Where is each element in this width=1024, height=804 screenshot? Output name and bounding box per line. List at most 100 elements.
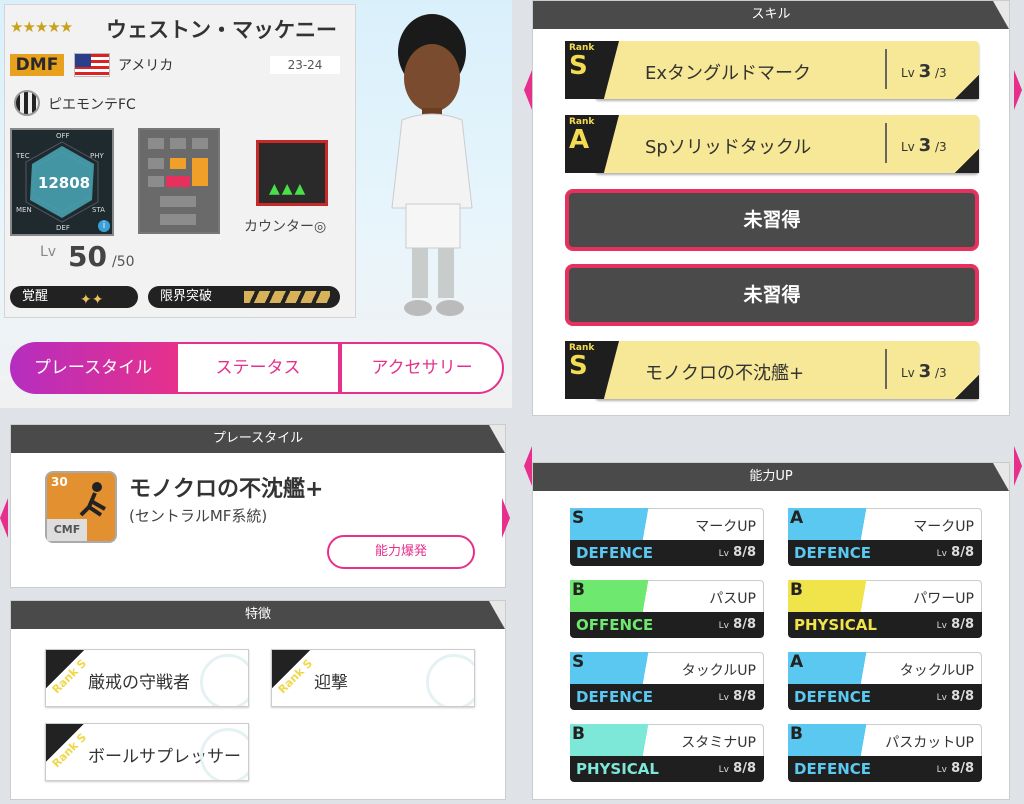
detail-tabs: プレースタイル ステータス アクセサリー xyxy=(10,342,504,394)
traits-header: 特徴 xyxy=(11,601,505,629)
limit-break-pill: 限界突破 xyxy=(148,286,340,308)
soccer-ball-icon xyxy=(426,654,474,706)
rarity-stars: ★★★★★ xyxy=(10,18,73,36)
next-arrow-icon[interactable] xyxy=(1014,446,1022,486)
club-name: ピエモンテFC xyxy=(48,97,136,113)
playstyle-name: モノクロの不沈艦+ xyxy=(129,477,324,502)
awakening-pill: 覚醒 ✦✦ xyxy=(10,286,138,308)
ability-label: パスUP xyxy=(709,591,756,607)
level-label: Lv xyxy=(40,244,57,260)
tab-playstyle[interactable]: プレースタイル xyxy=(10,342,176,394)
level-value: 50 xyxy=(68,240,107,273)
ability-level: Lv 8/8 xyxy=(718,761,756,776)
prev-arrow-icon[interactable] xyxy=(524,446,532,486)
radar-total: 12808 xyxy=(37,174,91,192)
trait-label: 迎撃 xyxy=(314,673,348,693)
radar-label-men: MEN xyxy=(16,206,32,214)
usa-flag-icon xyxy=(74,53,110,77)
diamond-icon: ✦✦ xyxy=(80,292,104,308)
player-name: ウェストン・マッケニー xyxy=(106,18,337,42)
playstyle-panel: プレースタイル 30 CMF モノクロの不沈艦+ (セントラルMF系統) 能力爆… xyxy=(10,424,506,588)
skill-card[interactable]: Exタングルドマーク Lv 3 /3 Rank S xyxy=(565,41,979,103)
ability-category: DEFENCE xyxy=(794,688,871,706)
skill-slot-empty[interactable]: 未習得 xyxy=(565,189,979,251)
playstyle-header: プレースタイル xyxy=(11,425,505,453)
tab-accessory[interactable]: アクセサリー xyxy=(340,342,504,394)
ability-rank: S xyxy=(572,508,585,528)
skill-slot-empty[interactable]: 未習得 xyxy=(565,264,979,326)
ability-category: OFFENCE xyxy=(576,616,654,634)
ability-grid: S マークUP DEFENCE Lv 8/8 A マークUP DEFENCE Lv 8/8 B パ… xyxy=(570,508,990,792)
info-icon[interactable]: i xyxy=(98,220,110,232)
playstyle-level: 30 xyxy=(51,475,68,489)
skills-panel: スキル Exタングルドマーク Lv 3 /3 Rank S Spソリッドタックル Lv… xyxy=(532,0,1010,416)
ability-label: マークUP xyxy=(695,519,756,535)
skill-card[interactable]: モノクロの不沈艦+ Lv 3 /3 Rank S xyxy=(565,341,979,403)
level-max: /50 xyxy=(112,254,135,270)
up-arrows-icon: ▲▲▲ xyxy=(269,181,308,197)
kicking-player-icon xyxy=(79,482,106,517)
trait-label: 厳戒の守戦者 xyxy=(88,673,190,693)
counter-label: カウンター◎ xyxy=(244,219,327,235)
radar-label-phy: PHY xyxy=(90,152,104,160)
skill-level: Lv 3 /3 xyxy=(901,361,947,382)
ability-rank: B xyxy=(572,724,585,744)
ability-card[interactable]: A タックルUP DEFENCE Lv 8/8 xyxy=(788,652,982,712)
ability-level: Lv 8/8 xyxy=(936,545,974,560)
position-badge: DMF xyxy=(10,54,64,76)
playstyle-position: CMF xyxy=(47,519,87,541)
ability-card[interactable]: B パスUP OFFENCE Lv 8/8 xyxy=(570,580,764,640)
player-avatar xyxy=(391,14,473,316)
skill-card[interactable]: Spソリッドタックル Lv 3 /3 Rank A xyxy=(565,115,979,177)
next-arrow-icon[interactable] xyxy=(502,498,510,538)
ability-card[interactable]: A マークUP DEFENCE Lv 8/8 xyxy=(788,508,982,568)
ability-label: パスカットUP xyxy=(885,735,974,751)
ability-category: DEFENCE xyxy=(576,688,653,706)
ability-burst-button[interactable]: 能力爆発 xyxy=(327,535,475,569)
playstyle-subtitle: (セントラルMF系統) xyxy=(129,507,268,525)
ability-label: マークUP xyxy=(913,519,974,535)
radar-label-sta: STA xyxy=(92,206,105,214)
ability-card[interactable]: B パワーUP PHYSICAL Lv 8/8 xyxy=(788,580,982,640)
soccer-ball-icon xyxy=(200,728,248,780)
season-label: 23-24 xyxy=(270,56,340,74)
tab-status[interactable]: ステータス xyxy=(176,342,340,394)
skill-name: モノクロの不沈艦+ xyxy=(645,363,805,384)
ability-card[interactable]: S タックルUP DEFENCE Lv 8/8 xyxy=(570,652,764,712)
ability-card[interactable]: B スタミナUP PHYSICAL Lv 8/8 xyxy=(570,724,764,784)
stats-radar[interactable]: OFF PHY STA DEF MEN TEC 12808 i xyxy=(10,128,114,236)
skill-name: Spソリッドタックル xyxy=(645,137,812,158)
ability-label: スタミナUP xyxy=(681,735,756,751)
trait-card[interactable]: Rank S ボールサプレッサー xyxy=(45,723,249,781)
ability-category: DEFENCE xyxy=(794,544,871,562)
ability-category: PHYSICAL xyxy=(576,760,659,778)
ability-level: Lv 8/8 xyxy=(936,617,974,632)
ability-label: パワーUP xyxy=(913,591,974,607)
limit-break-label: 限界突破 xyxy=(160,289,213,304)
skills-header: スキル xyxy=(533,1,1009,29)
ability-card[interactable]: B パスカットUP DEFENCE Lv 8/8 xyxy=(788,724,982,784)
ability-rank: A xyxy=(790,508,804,528)
limit-break-stripes-icon xyxy=(244,291,330,303)
ability-card[interactable]: S マークUP DEFENCE Lv 8/8 xyxy=(570,508,764,568)
club-crest-icon xyxy=(14,90,40,116)
next-arrow-icon[interactable] xyxy=(1014,70,1022,110)
prev-arrow-icon[interactable] xyxy=(524,70,532,110)
radar-label-tec: TEC xyxy=(16,152,30,160)
skill-level: Lv 3 /3 xyxy=(901,135,947,156)
ability-category: DEFENCE xyxy=(576,544,653,562)
ability-level: Lv 8/8 xyxy=(718,617,756,632)
trait-card[interactable]: Rank S 厳戒の守戦者 xyxy=(45,649,249,707)
radar-label-off: OFF xyxy=(56,132,70,140)
ability-rank: B xyxy=(572,580,585,600)
ability-category: DEFENCE xyxy=(794,760,871,778)
traits-panel: 特徴 Rank S 厳戒の守戦者 Rank S 迎撃 Rank S ボールサプレ… xyxy=(10,600,506,800)
formation-position-map[interactable] xyxy=(138,128,220,234)
prev-arrow-icon[interactable] xyxy=(0,498,8,538)
trait-card[interactable]: Rank S 迎撃 xyxy=(271,649,475,707)
ability-rank: B xyxy=(790,580,803,600)
ability-category: PHYSICAL xyxy=(794,616,877,634)
ability-up-header: 能力UP xyxy=(533,463,1009,491)
ability-label: タックルUP xyxy=(681,663,756,679)
radar-label-def: DEF xyxy=(56,224,70,232)
